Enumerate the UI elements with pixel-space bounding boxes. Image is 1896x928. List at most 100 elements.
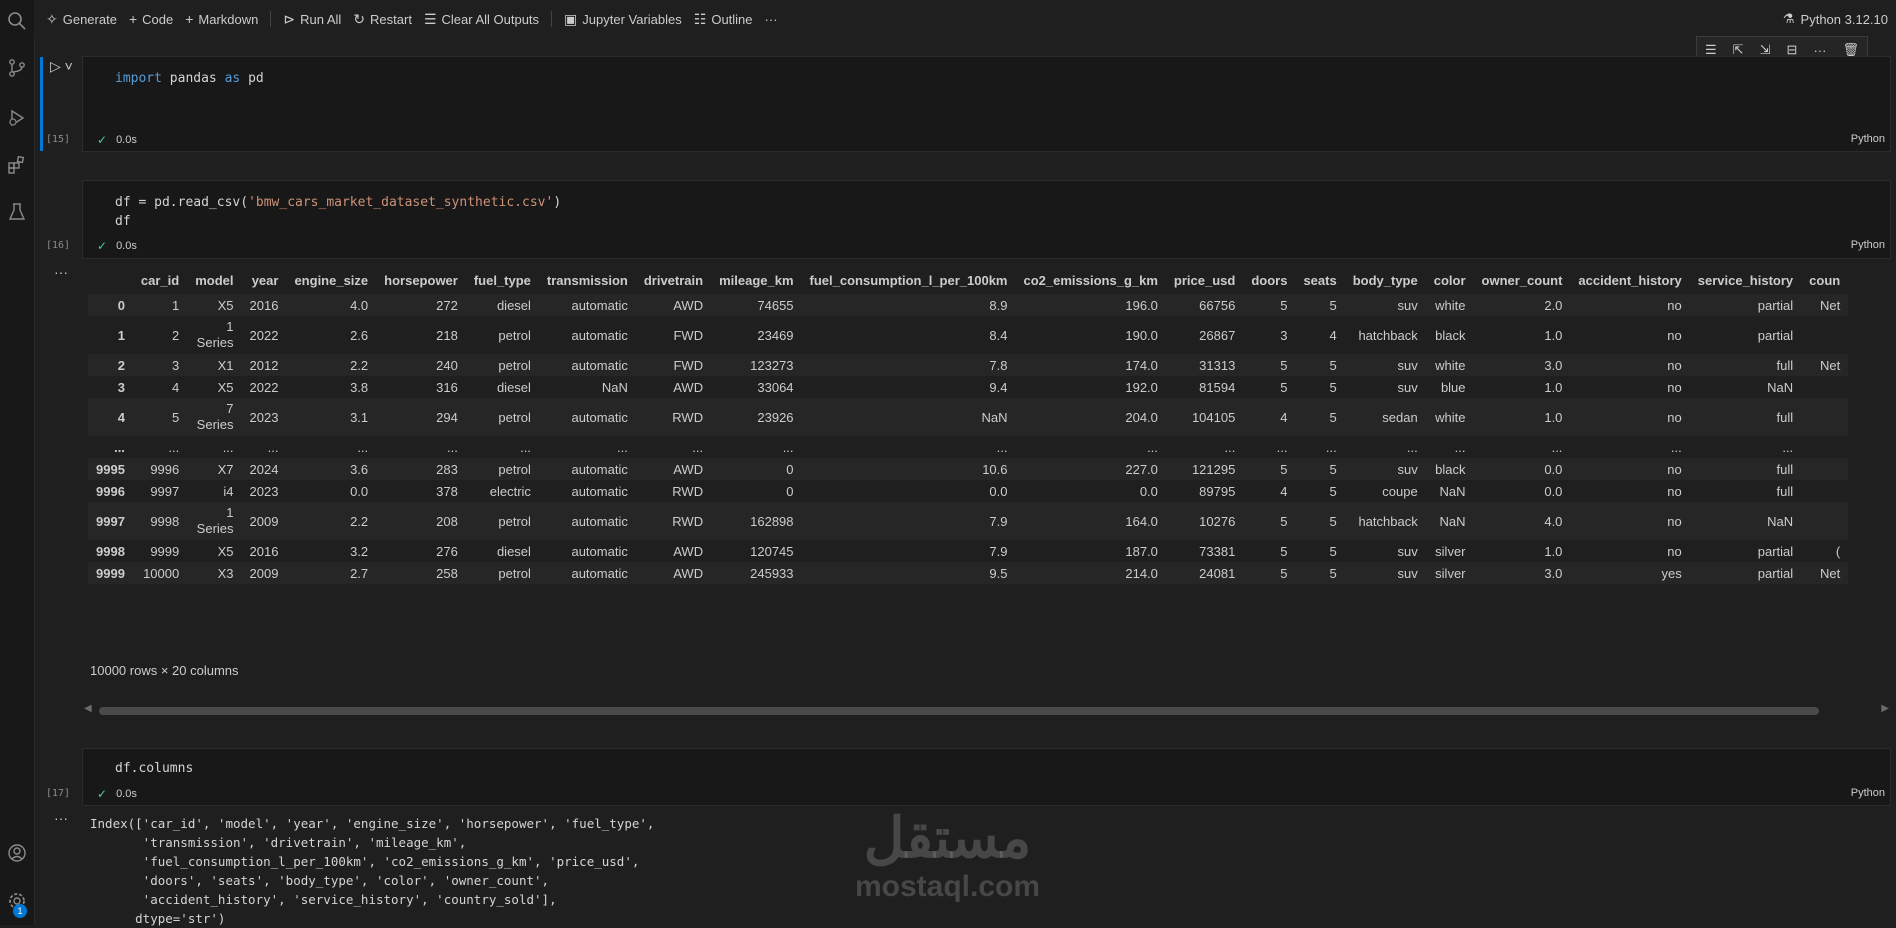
table-cell: 187.0: [1125, 543, 1158, 559]
table-cell: 5: [1329, 357, 1337, 373]
table-cell: 2023: [249, 409, 279, 425]
table-cell: AWD: [673, 565, 704, 581]
output-more-button[interactable]: ···: [54, 810, 68, 826]
table-cell: 276: [436, 543, 458, 559]
table-cell: 2022: [249, 379, 279, 395]
search-icon[interactable]: [0, 6, 34, 36]
table-cell: 2.7: [350, 565, 369, 581]
outline-button[interactable]: ☷ Outline: [694, 11, 753, 28]
table-cell: no: [1667, 357, 1682, 373]
table-row: 4 5 7 Series 2023 3.1 294 petrol automatic RWD 23…: [88, 398, 1849, 436]
generate-button[interactable]: ✧ Generate: [46, 11, 117, 28]
table-cell: suv: [1397, 357, 1418, 373]
table-cell: petrol: [498, 409, 531, 425]
table-cell: 9997: [150, 483, 180, 499]
table-cell: 5: [1329, 513, 1337, 529]
table-cell: automatic: [571, 357, 628, 373]
table-row: 1 2 1 Series 2022 2.6 218 petrol automatic FWD 23…: [88, 316, 1848, 354]
jupyter-variables-button[interactable]: ▣ Jupyter Variables: [564, 11, 682, 28]
table-cell: 3.6: [350, 461, 369, 477]
active-cell-indicator: [40, 57, 43, 151]
more-actions-button[interactable]: ···: [765, 12, 778, 27]
table-cell: RWD: [672, 409, 704, 425]
table-cell: petrol: [498, 565, 531, 581]
table-cell: 5: [1329, 297, 1337, 313]
table-row: 9997 9998 1 Series 2009 2.2 208 petrol automati…: [88, 502, 1849, 540]
table-cell: [1801, 458, 1848, 480]
table-cell: 74655: [757, 297, 794, 313]
code-editor[interactable]: import pandas as pd: [115, 69, 264, 88]
table-row: 9998 9999 X5 2016 3.2 276 diesel automatic AWD 12…: [88, 540, 1848, 562]
table-cell: 5: [172, 409, 180, 425]
code-cell-3[interactable]: df.columns ✓ 0.0s Python: [82, 748, 1891, 806]
scrollbar-thumb[interactable]: [99, 707, 1819, 715]
table-cell: 120745: [750, 543, 794, 559]
code-cell-1[interactable]: import pandas as pd ✓ 0.0s Python: [82, 56, 1891, 152]
add-code-button[interactable]: + Code: [129, 11, 173, 27]
cell-language[interactable]: Python: [1851, 133, 1885, 145]
restart-button[interactable]: ↻ Restart: [353, 11, 412, 28]
horizontal-scrollbar[interactable]: ◀ ▶: [82, 703, 1891, 717]
table-cell: NaN: [1767, 513, 1794, 529]
table-cell: 4: [1280, 409, 1288, 425]
testing-icon[interactable]: [0, 197, 34, 227]
table-cell: 2012: [249, 357, 279, 373]
source-control-icon[interactable]: [0, 53, 34, 83]
table-cell: partial: [1757, 297, 1794, 313]
clear-all-outputs-button[interactable]: ☰ Clear All Outputs: [424, 11, 539, 28]
table-cell: 2016: [249, 543, 279, 559]
table-cell: NaN: [1439, 483, 1466, 499]
table-cell: ...: [782, 439, 794, 455]
column-header: owner_count: [1481, 272, 1563, 288]
add-markdown-button[interactable]: + Markdown: [185, 11, 258, 27]
column-header: coun: [1809, 272, 1841, 288]
table-cell: 1: [172, 297, 180, 313]
table-cell: 0: [786, 461, 794, 477]
account-icon[interactable]: [0, 838, 34, 868]
scroll-right-icon[interactable]: ▶: [1881, 703, 1889, 714]
sparkle-icon: ✧: [46, 10, 58, 27]
table-cell: 0.0: [1544, 483, 1563, 499]
output-more-button[interactable]: ···: [54, 264, 68, 280]
table-cell: full: [1776, 483, 1794, 499]
code-editor[interactable]: df = pd.read_csv('bmw_cars_market_datase…: [115, 193, 561, 231]
clear-all-icon: ☰: [423, 10, 437, 27]
execution-count: [17]: [46, 788, 71, 799]
scroll-left-icon[interactable]: ◀: [84, 703, 92, 714]
column-header: year: [251, 272, 279, 288]
table-cell: 2024: [249, 461, 279, 477]
dataframe-summary: 10000 rows × 20 columns: [90, 663, 239, 678]
table-cell: sedan: [1382, 409, 1418, 425]
run-cell-button[interactable]: ▷ ˅: [50, 58, 73, 75]
watermark-arabic: مستقل: [863, 806, 1032, 869]
extensions-icon[interactable]: [0, 150, 34, 180]
table-cell: 190.0: [1125, 327, 1158, 343]
table-cell: ...: [222, 439, 234, 455]
table-cell: ...: [996, 439, 1008, 455]
column-header: [88, 266, 133, 294]
table-cell: 5: [1329, 461, 1337, 477]
run-all-button[interactable]: ⊳ Run All: [283, 11, 341, 28]
table-cell: 5: [1280, 461, 1288, 477]
table-cell: automatic: [571, 513, 628, 529]
cell-language[interactable]: Python: [1851, 239, 1885, 251]
cell-language[interactable]: Python: [1851, 787, 1885, 799]
table-cell: 123273: [750, 357, 794, 373]
table-cell: 31313: [1199, 357, 1236, 373]
table-row: 0 1 X5 2016 4.0 272 diesel automatic AWD 74655 8.9…: [88, 294, 1849, 316]
row-index: 1: [117, 327, 125, 343]
kernel-picker[interactable]: ⚗ Python 3.12.10: [1783, 11, 1888, 27]
table-cell: [1801, 398, 1848, 436]
code-editor[interactable]: df.columns: [115, 759, 193, 778]
table-cell: 1.0: [1544, 543, 1563, 559]
column-header: engine_size: [294, 272, 369, 288]
code-cell-2[interactable]: df = pd.read_csv('bmw_cars_market_datase…: [82, 180, 1891, 259]
column-header: model: [195, 272, 234, 288]
table-cell: 33064: [757, 379, 794, 395]
kernel-icon: ⚗: [1782, 11, 1795, 26]
table-cell: 5: [1329, 379, 1337, 395]
run-debug-icon[interactable]: [0, 103, 34, 133]
table-cell: 2022: [249, 327, 279, 343]
table-cell: 2: [172, 327, 180, 343]
table-cell: AWD: [673, 297, 704, 313]
